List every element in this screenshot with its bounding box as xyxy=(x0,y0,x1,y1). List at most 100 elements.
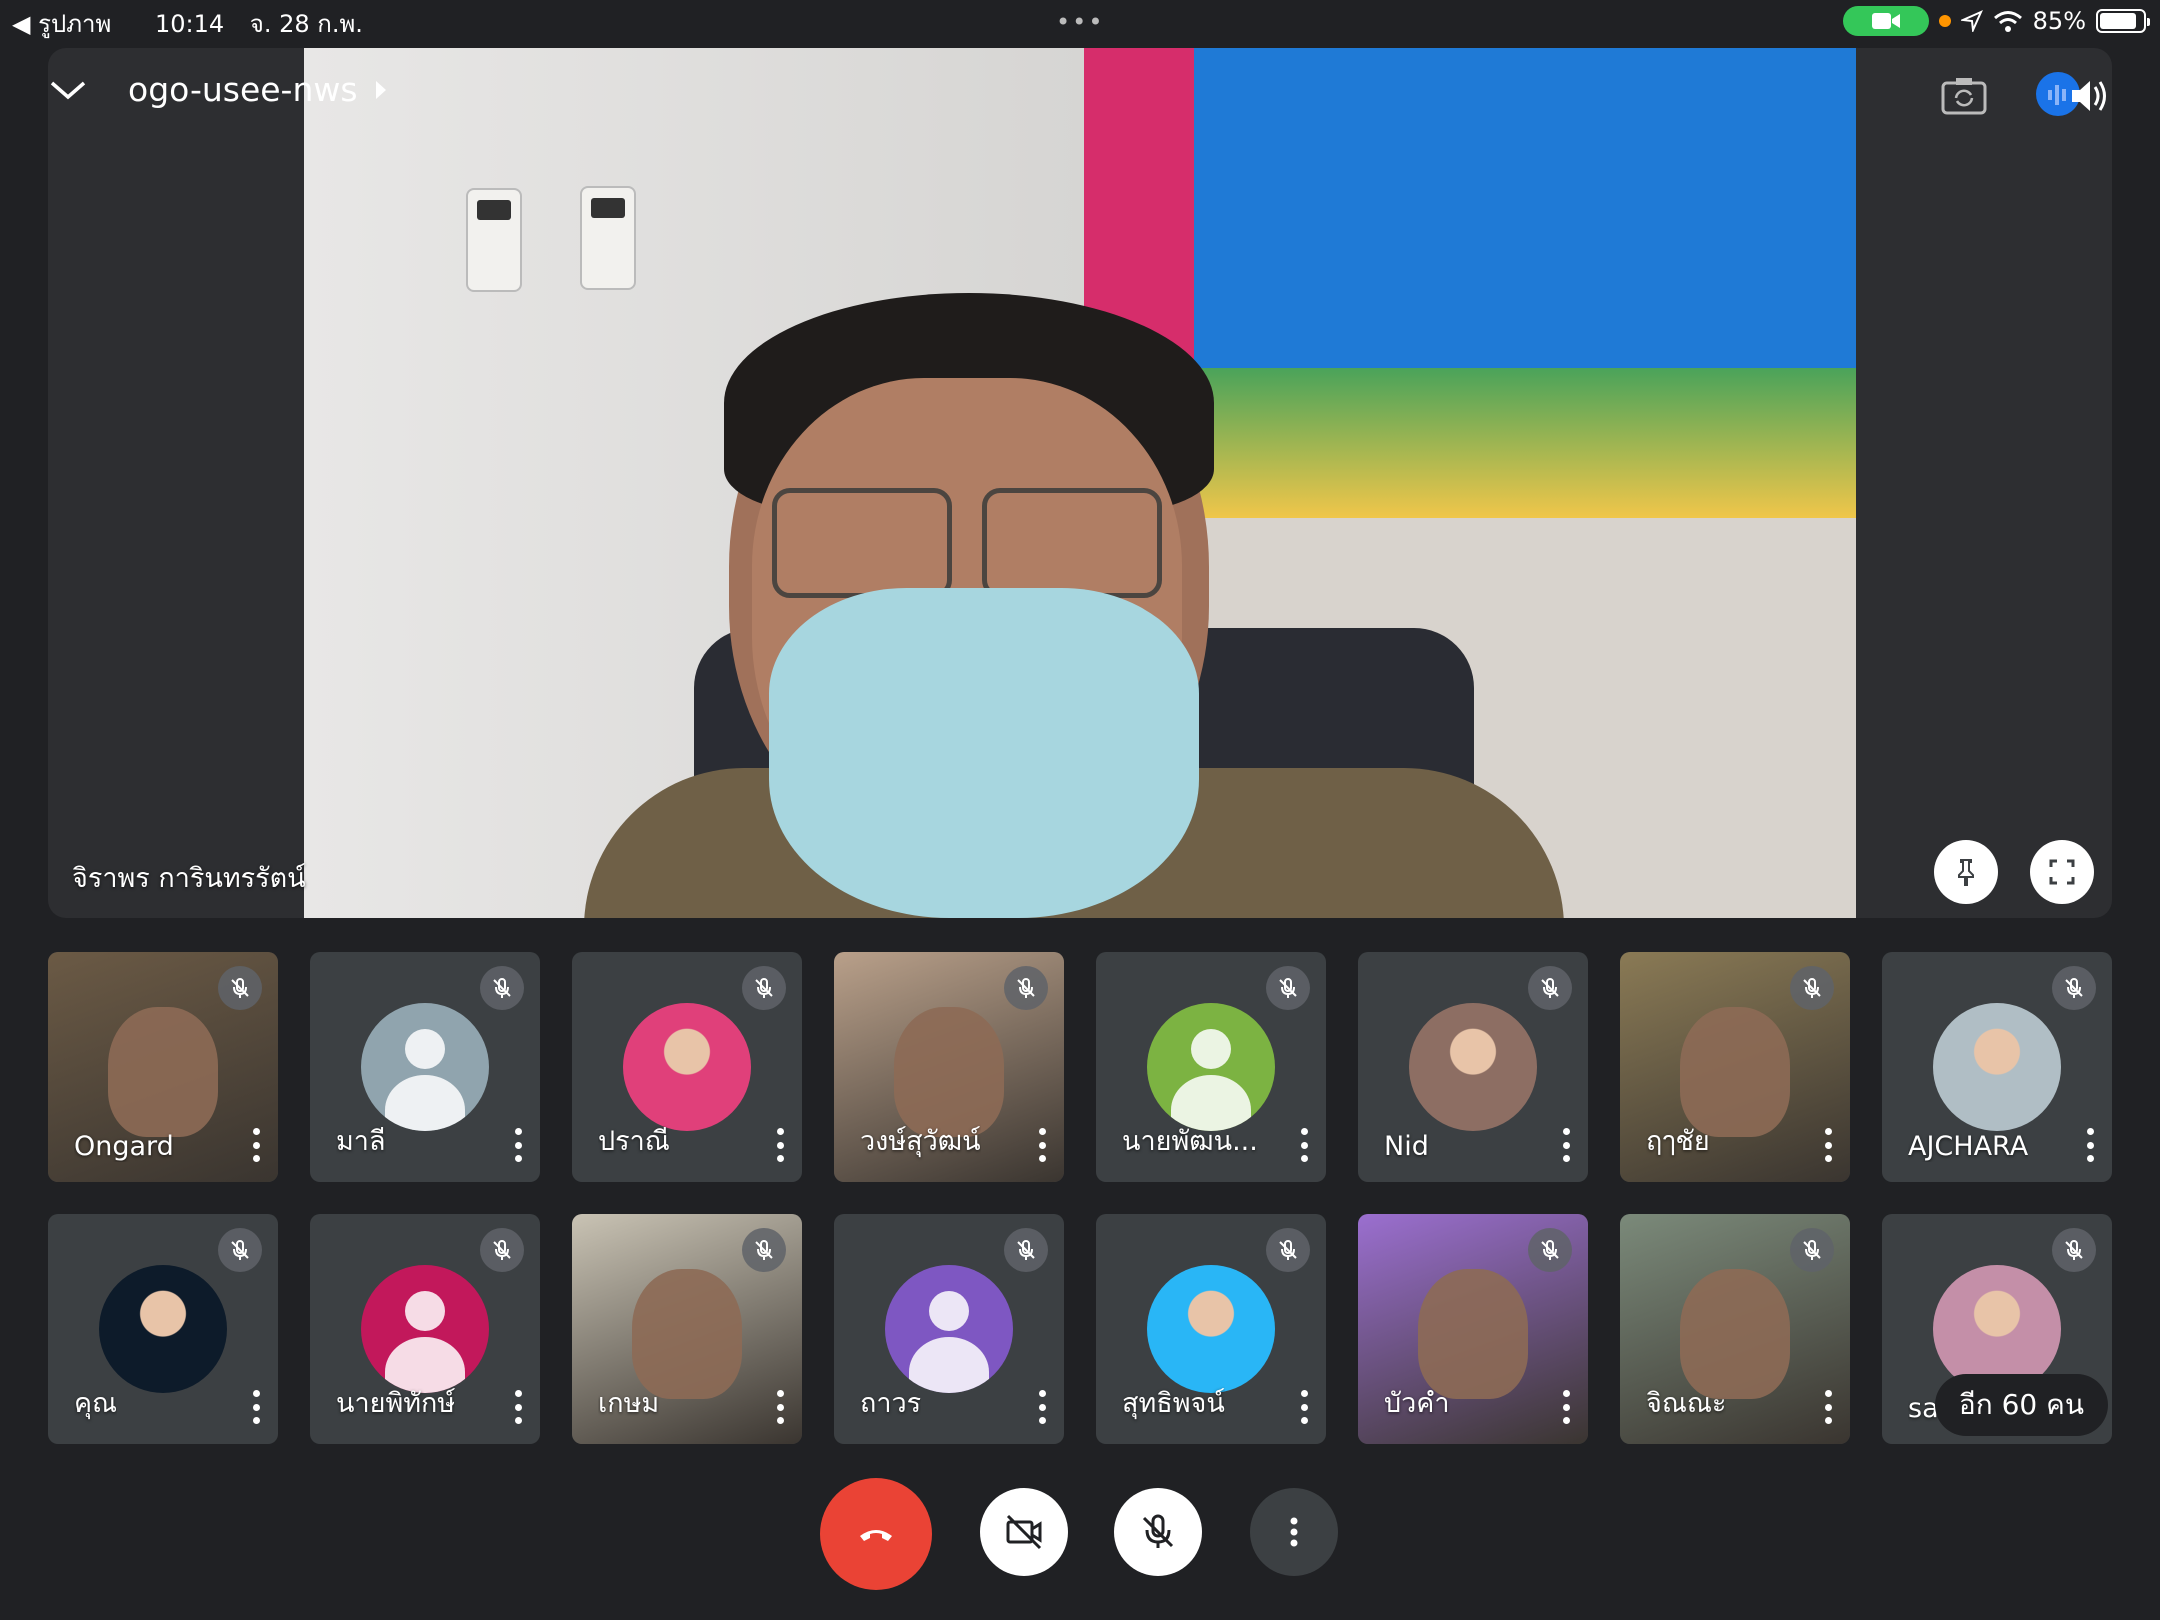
back-to-app-link[interactable]: ◀ รูปภาพ xyxy=(12,10,129,38)
default-avatar-icon xyxy=(885,1265,1013,1393)
more-vertical-icon xyxy=(1290,1517,1298,1547)
participant-name: เกษม xyxy=(598,1388,660,1419)
participant-name: Ongard xyxy=(74,1131,174,1162)
mic-muted-icon xyxy=(493,978,511,998)
caret-right-icon xyxy=(375,80,386,99)
mic-muted-icon xyxy=(1279,978,1297,998)
multitasking-dots-icon[interactable]: ••• xyxy=(1056,8,1104,36)
end-call-button[interactable] xyxy=(820,1478,932,1590)
participant-tile[interactable]: sa อีก 60 คน xyxy=(1882,1214,2112,1444)
participant-tile[interactable]: Nid xyxy=(1358,952,1588,1182)
poster-flower-border xyxy=(1144,368,1856,518)
mic-toggle-button[interactable] xyxy=(1114,1488,1202,1576)
speaker-name: จิราพร การินทรรัตน์ xyxy=(72,863,306,894)
tile-more-icon[interactable] xyxy=(510,1128,526,1162)
fullscreen-button[interactable] xyxy=(2030,840,2094,904)
muted-indicator xyxy=(742,966,786,1010)
muted-indicator xyxy=(1528,966,1572,1010)
header-actions xyxy=(1940,72,2112,120)
participant-grid: Ongard มาลี ปราณี วงษ์สุวัฒน์ นายพัฒน... Nid ฤ… xyxy=(48,952,2112,1444)
tile-more-icon[interactable] xyxy=(248,1128,264,1162)
speaker-mask xyxy=(769,588,1199,918)
fullscreen-icon xyxy=(2049,859,2075,885)
participant-tile[interactable]: Ongard xyxy=(48,952,278,1182)
participant-figure xyxy=(108,1007,218,1137)
participant-figure xyxy=(1680,1007,1790,1137)
muted-indicator xyxy=(1266,1228,1310,1272)
participant-figure xyxy=(894,1007,1004,1137)
mic-off-icon xyxy=(1142,1514,1174,1548)
participant-name: sa xyxy=(1908,1393,1939,1424)
participant-name: นายพัฒน... xyxy=(1122,1126,1258,1157)
tile-more-icon[interactable] xyxy=(2082,1128,2098,1162)
speaker-icon[interactable] xyxy=(2036,72,2112,120)
tile-more-icon[interactable] xyxy=(1820,1128,1836,1162)
meeting-code-button[interactable]: ogo-usee-nws xyxy=(128,70,388,109)
recording-dot-icon xyxy=(1938,15,1951,27)
tile-more-icon[interactable] xyxy=(1558,1390,1574,1424)
muted-indicator xyxy=(2052,966,2096,1010)
tile-more-icon[interactable] xyxy=(772,1390,788,1424)
participant-tile[interactable]: เกษม xyxy=(572,1214,802,1444)
chevron-down-icon[interactable] xyxy=(48,77,88,103)
profile-photo xyxy=(99,1265,227,1393)
participant-name: จิณณะ xyxy=(1646,1388,1727,1419)
switch-camera-icon[interactable] xyxy=(1940,75,1988,117)
participant-tile[interactable]: มาลี xyxy=(310,952,540,1182)
mic-muted-icon xyxy=(1803,978,1821,998)
battery-percent: 85% xyxy=(2032,7,2086,35)
participant-tile[interactable]: นายพัฒน... xyxy=(1096,952,1326,1182)
participant-name: Nid xyxy=(1384,1131,1429,1162)
participant-tile[interactable]: บัวคำ xyxy=(1358,1214,1588,1444)
profile-photo xyxy=(623,1003,751,1131)
wifi-icon xyxy=(1993,11,2022,32)
camera-in-use-indicator xyxy=(1842,6,1929,36)
participant-tile[interactable]: ฤๅชัย xyxy=(1620,952,1850,1182)
participant-name: AJCHARA xyxy=(1908,1131,2029,1162)
default-avatar-icon xyxy=(361,1265,489,1393)
tile-more-icon[interactable] xyxy=(1034,1390,1050,1424)
mic-muted-icon xyxy=(231,1240,249,1260)
status-left: ◀ รูปภาพ 10:14 จ. 28 ก.พ. xyxy=(12,4,381,43)
call-controls xyxy=(820,1478,1340,1590)
profile-photo xyxy=(1409,1003,1537,1131)
participant-tile[interactable]: วงษ์สุวัฒน์ xyxy=(834,952,1064,1182)
tile-more-icon[interactable] xyxy=(510,1390,526,1424)
camera-toggle-button[interactable] xyxy=(980,1488,1068,1576)
participant-name: นายพิทักษ์ xyxy=(336,1388,456,1419)
participant-tile[interactable]: ปราณี xyxy=(572,952,802,1182)
participant-name: คุณ xyxy=(74,1388,118,1419)
pin-icon xyxy=(1958,859,1974,886)
mic-muted-icon xyxy=(1541,1240,1559,1260)
mic-muted-icon xyxy=(755,1240,773,1260)
more-options-button[interactable] xyxy=(1250,1488,1338,1576)
default-avatar-icon xyxy=(361,1003,489,1131)
main-stage[interactable]: จิราพร การินทรรัตน์ xyxy=(48,48,2112,918)
ac-remote-2 xyxy=(580,186,636,290)
tile-more-icon[interactable] xyxy=(1558,1128,1574,1162)
tile-more-icon[interactable] xyxy=(248,1390,264,1424)
pin-button[interactable] xyxy=(1934,840,1998,904)
speaker-video xyxy=(304,48,1856,918)
tile-more-icon[interactable] xyxy=(1034,1128,1050,1162)
participant-name: ปราณี xyxy=(598,1126,670,1157)
participant-tile[interactable]: สุทธิพจน์ xyxy=(1096,1214,1326,1444)
tile-more-icon[interactable] xyxy=(1296,1128,1312,1162)
others-count-button[interactable]: อีก 60 คน xyxy=(1934,1374,2108,1436)
ac-remote-1 xyxy=(466,188,522,292)
video-camera-icon xyxy=(1871,13,1900,29)
end-call-icon xyxy=(860,1530,892,1541)
tile-more-icon[interactable] xyxy=(1296,1390,1312,1424)
participant-tile[interactable]: ถาวร xyxy=(834,1214,1064,1444)
mic-muted-icon xyxy=(2065,1240,2083,1260)
mic-muted-icon xyxy=(493,1240,511,1260)
tile-more-icon[interactable] xyxy=(1820,1390,1836,1424)
participant-tile[interactable]: นายพิทักษ์ xyxy=(310,1214,540,1444)
muted-indicator xyxy=(218,966,262,1010)
participant-tile[interactable]: AJCHARA xyxy=(1882,952,2112,1182)
participant-tile[interactable]: คุณ xyxy=(48,1214,278,1444)
status-time: 10:14 xyxy=(154,10,225,38)
participant-tile[interactable]: จิณณะ xyxy=(1620,1214,1850,1444)
tile-more-icon[interactable] xyxy=(772,1128,788,1162)
profile-photo xyxy=(1933,1003,2061,1131)
